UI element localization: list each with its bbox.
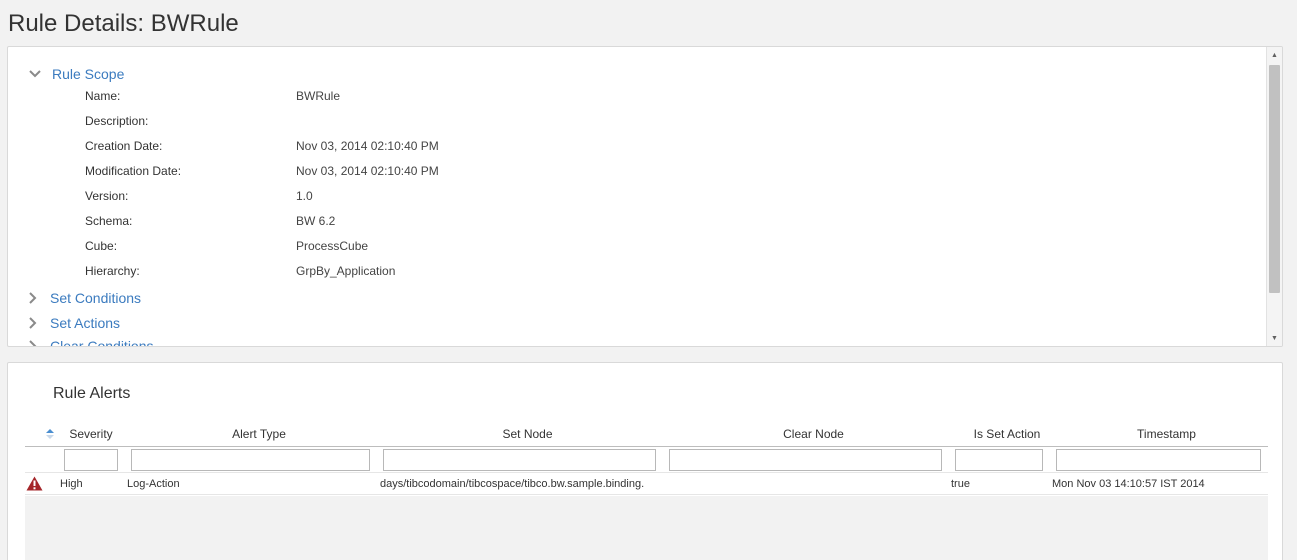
column-header-is-set-action[interactable]: Is Set Action [963, 427, 1051, 441]
alerts-title: Rule Alerts [53, 385, 131, 402]
column-header-alert-type[interactable]: Alert Type [139, 427, 379, 441]
field-value-name: BWRule [296, 89, 341, 103]
field-value-schema: BW 6.2 [296, 214, 336, 228]
field-label-schema: Schema: [85, 214, 133, 228]
section-label: Rule Scope [52, 66, 125, 82]
filter-set-node-input[interactable] [383, 449, 656, 471]
field-label-cube: Cube: [85, 239, 118, 253]
scroll-down-icon[interactable]: ▼ [1267, 330, 1282, 346]
field-value-version: 1.0 [296, 189, 313, 203]
field-label-modification-date: Modification Date: [85, 164, 182, 178]
section-set-actions[interactable]: Set Actions [26, 315, 120, 331]
scroll-up-icon[interactable]: ▲ [1267, 47, 1282, 63]
field-label-creation-date: Creation Date: [85, 139, 163, 153]
column-header-severity[interactable]: Severity [65, 427, 117, 441]
filter-severity-input[interactable] [64, 449, 118, 471]
field-label-hierarchy: Hierarchy: [85, 264, 140, 278]
chevron-right-icon [26, 316, 40, 330]
warning-triangle-icon [26, 476, 43, 491]
table-row[interactable]: High Log-Action days/tibcodomain/tibcosp… [25, 473, 1268, 495]
sort-asc-icon[interactable] [45, 428, 55, 440]
alerts-grid-header: Severity Alert Type Set Node Clear Node … [25, 423, 1268, 447]
cell-set-node: days/tibcodomain/tibcospace/tibco.bw.sam… [380, 478, 645, 490]
section-label: Clear Conditions [50, 338, 154, 347]
cell-alert-type: Log-Action [127, 478, 180, 490]
field-value-modification-date: Nov 03, 2014 02:10:40 PM [296, 164, 439, 178]
section-label: Set Actions [50, 315, 121, 331]
field-label-name: Name: [85, 89, 121, 103]
grid-empty-area [25, 496, 1268, 560]
section-rule-scope[interactable]: Rule Scope [28, 66, 124, 82]
column-header-clear-node[interactable]: Clear Node [677, 427, 950, 441]
chevron-right-icon [26, 291, 40, 305]
cell-is-set-action: true [951, 478, 970, 490]
section-clear-conditions[interactable]: Clear Conditions [26, 338, 154, 347]
field-value-cube: ProcessCube [296, 239, 369, 253]
cell-timestamp: Mon Nov 03 14:10:57 IST 2014 [1052, 478, 1205, 490]
filter-clear-node-input[interactable] [669, 449, 942, 471]
rule-scope-panel: Rule Scope Name: BWRule Description: Cre… [7, 46, 1283, 347]
vertical-scrollbar[interactable]: ▲ ▼ [1266, 47, 1282, 346]
scroll-thumb[interactable] [1269, 65, 1280, 293]
filter-row [25, 447, 1268, 473]
column-header-set-node[interactable]: Set Node [391, 427, 664, 441]
filter-alert-type-input[interactable] [131, 449, 370, 471]
page-title: Rule Details: BWRule [8, 10, 239, 37]
rule-alerts-panel: Rule Alerts Severity Alert Type Set Node… [7, 362, 1283, 560]
field-label-description: Description: [85, 114, 149, 128]
chevron-down-icon [28, 67, 42, 81]
filter-is-set-action-input[interactable] [955, 449, 1043, 471]
field-value-hierarchy: GrpBy_Application [296, 264, 396, 278]
column-header-timestamp[interactable]: Timestamp [1064, 427, 1269, 441]
field-value-creation-date: Nov 03, 2014 02:10:40 PM [296, 139, 439, 153]
chevron-right-icon [26, 339, 40, 346]
section-set-conditions[interactable]: Set Conditions [26, 290, 141, 306]
field-label-version: Version: [85, 189, 129, 203]
cell-severity: High [60, 478, 83, 490]
section-label: Set Conditions [50, 290, 142, 306]
filter-timestamp-input[interactable] [1056, 449, 1261, 471]
